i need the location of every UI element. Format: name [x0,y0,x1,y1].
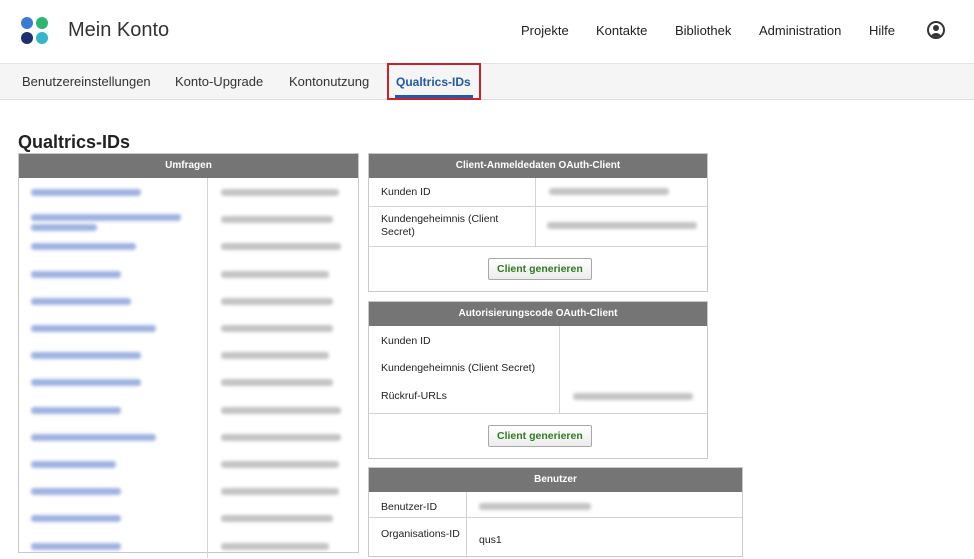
user-id-value [479,503,591,510]
logo-dot [36,17,48,29]
qualtrics-logo[interactable] [21,17,51,47]
survey-name-link[interactable] [31,488,121,496]
row-divider [369,246,707,247]
column-divider [535,178,536,246]
tab-benutzereinstellungen[interactable]: Benutzereinstellungen [22,74,151,89]
survey-name-link[interactable] [31,461,116,468]
survey-row [19,287,358,314]
avatar-body [930,33,942,37]
survey-row [19,232,358,259]
user-panel: Benutzer Benutzer-ID Organisations-ID qu… [368,467,743,558]
user-circle-icon[interactable] [927,21,945,39]
survey-name-link[interactable] [31,406,121,414]
org-id-value: qus1 [479,534,502,546]
survey-id-value [221,461,339,468]
tab-konto-upgrade[interactable]: Konto-Upgrade [175,74,263,89]
client-credentials-panel: Client-Anmeldedaten OAuth-Client Kunden … [368,153,708,292]
row-divider [369,206,707,207]
client-id-label: Kunden ID [381,186,431,198]
survey-id-value [221,325,333,332]
survey-name-link[interactable] [31,189,141,196]
callback-urls-label: Rückruf-URLs [381,390,447,402]
survey-row [19,477,358,504]
survey-name-link[interactable] [31,542,121,550]
client-id-value [549,188,669,195]
survey-name-link[interactable] [31,224,97,232]
column-divider [559,326,560,413]
survey-id-value [221,270,329,278]
top-bar: Mein Konto Projekte Kontakte Bibliothek … [0,0,974,64]
survey-row [19,396,358,423]
page-title: Qualtrics-IDs [18,132,131,152]
surveys-panel-header: Umfragen [19,154,358,178]
survey-name-link[interactable] [31,515,121,523]
authcode-client-secret-label: Kundengeheimnis (Client Secret) [381,362,536,374]
surveys-panel: Umfragen [18,153,359,558]
authcode-client-id-label: Kunden ID [381,335,431,347]
survey-row [19,423,358,450]
survey-name-link[interactable] [31,243,136,251]
tab-qualtrics-ids[interactable]: Qualtrics-IDs [396,75,471,89]
column-divider [466,492,467,558]
survey-id-value [221,189,339,196]
logo-dot [36,32,48,44]
callback-urls-value [573,393,693,400]
survey-id-value [221,297,333,305]
survey-name-link[interactable] [31,297,131,305]
row-divider [369,413,707,414]
survey-id-value [221,406,341,414]
survey-name-link[interactable] [31,352,141,360]
survey-name-link[interactable] [31,379,141,387]
survey-row [19,178,358,205]
generate-client-button[interactable]: Client generieren [488,258,592,280]
survey-name-link[interactable] [31,325,156,332]
survey-row [19,314,358,341]
survey-row [19,260,358,287]
avatar-head [933,25,939,31]
app-title: Mein Konto [68,19,170,41]
generate-authcode-client-button[interactable]: Client generieren [488,425,592,447]
survey-row [19,532,358,559]
survey-row [19,205,358,232]
survey-name-link[interactable] [31,214,181,222]
survey-id-value [221,243,341,251]
survey-id-value [221,542,329,550]
tab-kontonutzung[interactable]: Kontonutzung [289,74,369,89]
nav-hilfe[interactable]: Hilfe [869,23,895,38]
logo-dot [21,32,33,44]
user-panel-header: Benutzer [369,468,742,492]
nav-kontakte[interactable]: Kontakte [596,23,647,38]
survey-name-link[interactable] [31,433,156,441]
org-id-label: Organisations-ID [381,528,460,540]
survey-id-value [221,515,333,523]
account-subnav: Benutzereinstellungen Konto-Upgrade Kont… [0,64,974,100]
client-credentials-header: Client-Anmeldedaten OAuth-Client [369,154,707,178]
row-divider [369,517,742,518]
survey-row [19,450,358,477]
authcode-client-panel: Autorisierungscode OAuth-Client Kunden I… [368,301,708,459]
survey-id-value [221,433,341,441]
survey-row [19,504,358,531]
client-secret-label: Kundengeheimnis (Client Secret) [381,213,499,238]
authcode-client-header: Autorisierungscode OAuth-Client [369,302,707,326]
survey-id-value [221,488,339,496]
logo-dot [21,17,33,29]
user-id-label: Benutzer-ID [381,501,438,513]
client-secret-value [547,222,697,229]
survey-id-value [221,352,329,360]
survey-id-value [221,216,333,224]
active-tab-underline [395,95,473,98]
survey-row [19,368,358,395]
nav-bibliothek[interactable]: Bibliothek [675,23,731,38]
nav-projekte[interactable]: Projekte [521,23,569,38]
survey-id-value [221,379,333,387]
nav-administration[interactable]: Administration [759,23,841,38]
survey-name-link[interactable] [31,270,121,278]
survey-row [19,341,358,368]
